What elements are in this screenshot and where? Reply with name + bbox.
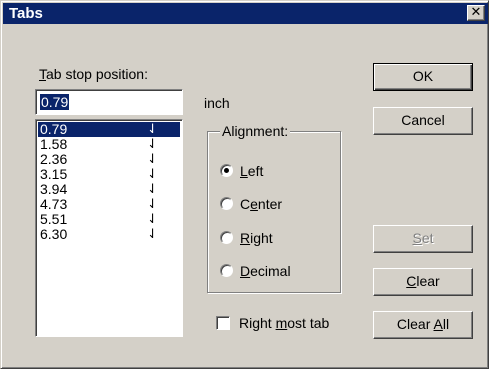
tab-stop-list[interactable]: 0.79 ⇃ 1.58 ⇃ 2.36 ⇃ 3.15 ⇃ 3.94 ⇃ 4.73 … (35, 119, 183, 337)
list-item[interactable]: 4.73 ⇃ (38, 197, 180, 213)
radio-button[interactable] (220, 197, 233, 210)
decimal-tab-icon: ⇃ (147, 182, 158, 197)
right-most-tab-label[interactable]: Right most tab (239, 315, 329, 331)
alignment-decimal-label: Decimal (240, 263, 291, 279)
alignment-group: Alignment: Left Center Right Decimal (207, 123, 341, 293)
close-icon: ✕ (470, 5, 482, 20)
radio-button[interactable] (220, 231, 233, 244)
alignment-left-label: Left (240, 163, 264, 179)
alignment-label: Alignment: (220, 123, 291, 139)
clear-button[interactable]: Clear (373, 268, 473, 296)
tabs-dialog: Tabs ✕ Tab stop position: 0.79 inch 0.79… (0, 0, 489, 369)
clear-all-button[interactable]: Clear All (373, 311, 473, 339)
title-bar[interactable]: Tabs ✕ (3, 3, 488, 24)
tab-stop-position-input[interactable]: 0.79 (35, 89, 183, 115)
cancel-button[interactable]: Cancel (373, 107, 473, 135)
set-button[interactable]: Set (373, 225, 473, 253)
window-title: Tabs (9, 5, 43, 22)
radio-button[interactable] (220, 264, 233, 277)
list-item[interactable]: 3.94 ⇃ (38, 182, 180, 198)
decimal-tab-icon: ⇃ (147, 152, 158, 167)
alignment-center-label: Center (240, 196, 283, 212)
list-item[interactable]: 5.51 ⇃ (38, 212, 180, 228)
list-item[interactable]: 6.30 ⇃ (38, 227, 180, 243)
decimal-tab-icon: ⇃ (147, 212, 158, 227)
list-item[interactable]: 3.15 ⇃ (38, 167, 180, 183)
decimal-tab-icon: ⇃ (147, 197, 158, 212)
radio-button-checked[interactable] (220, 164, 233, 177)
close-button[interactable]: ✕ (467, 5, 485, 21)
list-item[interactable]: 0.79 ⇃ (38, 122, 180, 137)
ok-button[interactable]: OK (373, 63, 473, 91)
alignment-right-label: Right (240, 230, 273, 246)
list-item[interactable]: 2.36 ⇃ (38, 152, 180, 168)
decimal-tab-icon: ⇃ (147, 227, 158, 242)
tab-stop-position-value: 0.79 (40, 94, 70, 110)
tab-stop-position-label: Tab stop position: (39, 66, 148, 82)
unit-label: inch (204, 95, 230, 111)
decimal-tab-icon: ⇃ (147, 167, 158, 182)
right-most-tab-checkbox[interactable] (216, 316, 230, 330)
decimal-tab-icon: ⇃ (147, 122, 158, 137)
list-item[interactable]: 1.58 ⇃ (38, 137, 180, 153)
decimal-tab-icon: ⇃ (147, 137, 158, 152)
